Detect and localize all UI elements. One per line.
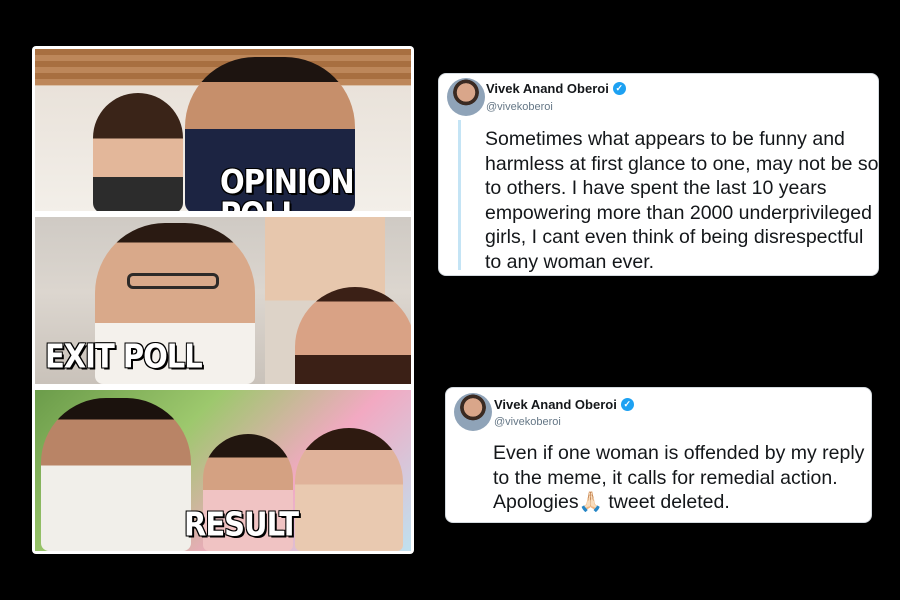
tweet-card: Vivek Anand Oberoi ✓ @vivekoberoi Even i… xyxy=(445,387,872,523)
glasses xyxy=(127,273,219,289)
author-row: Vivek Anand Oberoi ✓ xyxy=(494,397,634,412)
photo-person xyxy=(41,398,191,551)
meme-caption: RESULT xyxy=(183,505,300,544)
meme-caption: EXIT POLL xyxy=(44,337,203,376)
meme-panel-result: RESULT xyxy=(35,390,411,551)
avatar[interactable] xyxy=(447,78,485,116)
author-handle[interactable]: @vivekoberoi xyxy=(494,416,561,428)
thread-line xyxy=(458,120,461,270)
verified-badge-icon: ✓ xyxy=(620,398,634,411)
author-name[interactable]: Vivek Anand Oberoi xyxy=(494,397,617,412)
avatar[interactable] xyxy=(454,393,492,431)
photo-person xyxy=(295,428,403,551)
verified-badge-icon: ✓ xyxy=(612,82,626,95)
meme-panel-exit-poll: EXIT POLL xyxy=(35,217,411,384)
author-handle[interactable]: @vivekoberoi xyxy=(486,101,553,113)
tweet-text: Sometimes what appears to be funny and h… xyxy=(485,128,879,273)
author-row: Vivek Anand Oberoi ✓ xyxy=(486,81,626,96)
meme-caption: OPINION POLL xyxy=(219,162,355,211)
photo-person xyxy=(93,93,183,211)
tweet-card: Vivek Anand Oberoi ✓ @vivekoberoi Someti… xyxy=(438,73,879,276)
author-name[interactable]: Vivek Anand Oberoi xyxy=(486,81,609,96)
meme-collage: OPINION POLL EXIT POLL RESULT xyxy=(32,46,414,554)
meme-panel-opinion-poll: OPINION POLL xyxy=(35,49,411,211)
tweet-text: Even if one woman is offended by my repl… xyxy=(493,442,865,513)
